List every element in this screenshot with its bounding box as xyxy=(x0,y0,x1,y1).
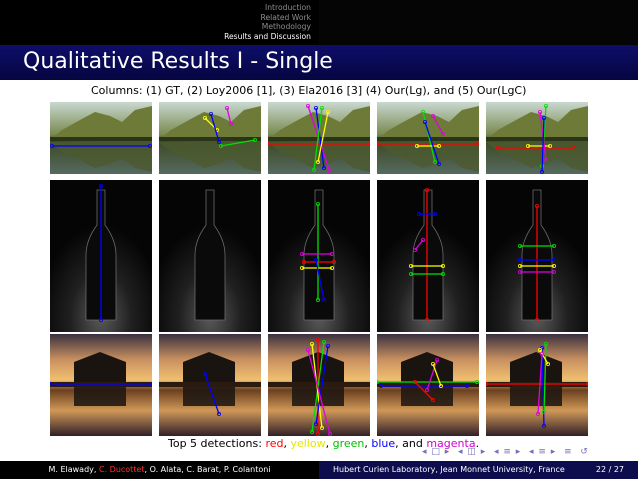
caption-green: green xyxy=(332,437,365,450)
result-image-house-gt xyxy=(50,334,152,436)
footer-bar: M. Elawady, C. Ducottet, O. Alata, C. Ba… xyxy=(0,461,638,479)
shoreline xyxy=(159,137,261,141)
shoreline xyxy=(50,137,152,141)
result-image-bottle-ela2016 xyxy=(268,180,370,332)
caption-prefix: Top 5 detections: xyxy=(168,437,266,450)
footer-page-number: 22 / 27 xyxy=(595,465,624,474)
stilt-house-reflection xyxy=(74,386,126,406)
nav-item-methodology[interactable]: Methodology xyxy=(224,22,311,32)
shoreline xyxy=(486,137,588,141)
result-image-lake-ourlg xyxy=(377,102,479,174)
slide-title: Qualitative Results I - Single xyxy=(23,49,333,74)
nav-item-introduction[interactable]: Introduction xyxy=(224,3,311,13)
stilt-house-reflection xyxy=(510,386,562,406)
footer-authors-b: , O. Alata, C. Barat, P. Colantoni xyxy=(144,465,271,474)
result-image-house-ela2016 xyxy=(268,334,370,436)
result-image-bottle-ourlgc xyxy=(486,180,588,332)
header-bar: Introduction Related Work Methodology Re… xyxy=(0,0,638,45)
result-image-house-ourlgc xyxy=(486,334,588,436)
pier-line xyxy=(159,382,261,387)
stilt-house-reflection xyxy=(183,386,235,406)
caption-sep-2: , xyxy=(325,437,333,450)
footer-authors-a: M. Elawady, xyxy=(48,465,99,474)
footer-right-panel: Hubert Curien Laboratory, Jean Monnet Un… xyxy=(319,461,638,479)
header-right-panel xyxy=(319,0,638,45)
result-image-house-ourlg xyxy=(377,334,479,436)
slide-title-bar: Qualitative Results I - Single xyxy=(0,45,638,80)
columns-caption: Columns: (1) GT, (2) Loy2006 [1], (3) El… xyxy=(91,84,527,97)
footer-affiliation: Hubert Curien Laboratory, Jean Monnet Un… xyxy=(333,465,565,474)
shoreline xyxy=(377,137,479,141)
section-nav: Introduction Related Work Methodology Re… xyxy=(0,0,319,45)
result-image-lake-gt xyxy=(50,102,152,174)
section-nav-list: Introduction Related Work Methodology Re… xyxy=(224,3,311,41)
result-image-bottle-ourlg xyxy=(377,180,479,332)
result-image-house-loy2006 xyxy=(159,334,261,436)
footer-authors-highlight: C. Ducottet xyxy=(98,465,145,474)
footer-authors: M. Elawady, C. Ducottet, O. Alata, C. Ba… xyxy=(0,461,319,479)
nav-item-results-and-discussion[interactable]: Results and Discussion xyxy=(224,32,311,42)
caption-yellow: yellow xyxy=(290,437,326,450)
result-image-bottle-loy2006 xyxy=(159,180,261,332)
nav-item-related-work[interactable]: Related Work xyxy=(224,13,311,23)
result-image-lake-ourlgc xyxy=(486,102,588,174)
beamer-navigation-symbols[interactable]: ◂ □ ▸ ◂ ◫ ▸ ◂ ≡ ▸ ◂ ≡ ▸ ≡ ↺ xyxy=(422,447,589,457)
caption-blue: blue xyxy=(371,437,396,450)
result-image-bottle-gt xyxy=(50,180,152,332)
result-image-lake-loy2006 xyxy=(159,102,261,174)
caption-red: red xyxy=(265,437,284,450)
result-image-lake-ela2016 xyxy=(268,102,370,174)
